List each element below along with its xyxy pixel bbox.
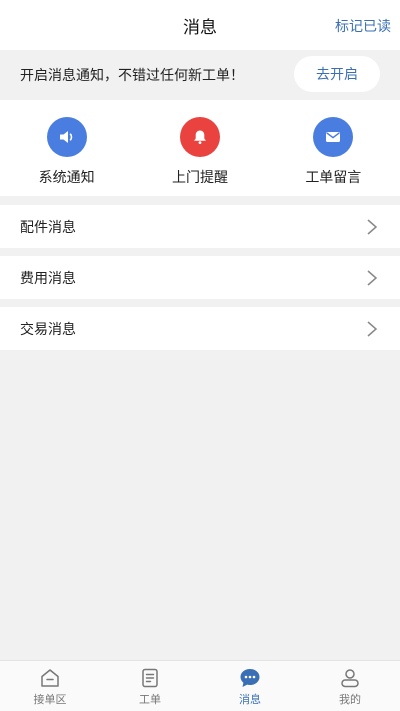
- bell-icon: [179, 117, 220, 157]
- list-item-label: 费用消息: [20, 270, 76, 287]
- house-icon: [41, 669, 59, 687]
- speaker-icon: [46, 117, 87, 157]
- tab-label: 我的: [339, 693, 361, 706]
- quick-action-order-message[interactable]: 工单留言: [267, 100, 400, 196]
- enable-notifications-button[interactable]: 去开启: [294, 56, 380, 92]
- quick-action-label: 工单留言: [305, 170, 362, 186]
- tab-messages[interactable]: 消息: [200, 661, 300, 711]
- chat-bubble-icon: [240, 669, 260, 687]
- quick-action-label: 系统通知: [38, 170, 95, 186]
- chevron-right-icon: [367, 269, 378, 286]
- quick-action-visit-reminder[interactable]: 上门提醒: [133, 100, 266, 196]
- envelope-icon: [313, 117, 354, 157]
- notification-banner-text: 开启消息通知，不错过任何新工单！: [20, 68, 244, 84]
- tab-mine[interactable]: 我的: [300, 661, 400, 711]
- tab-label: 工单: [139, 693, 161, 706]
- tab-label: 消息: [239, 693, 261, 706]
- list-item-fee-messages[interactable]: 费用消息: [0, 256, 400, 299]
- notification-banner: 开启消息通知，不错过任何新工单！ 去开启: [0, 50, 400, 100]
- top-bar: 消息 标记已读: [0, 0, 400, 50]
- document-icon: [142, 668, 158, 688]
- chevron-right-icon: [367, 320, 378, 337]
- person-icon: [341, 669, 359, 688]
- tab-order-pool[interactable]: 接单区: [0, 661, 100, 711]
- bottom-tab-bar: 接单区 工单 消息 我的: [0, 660, 400, 711]
- list-item-transaction-messages[interactable]: 交易消息: [0, 307, 400, 350]
- tab-label: 接单区: [33, 693, 67, 706]
- list-item-label: 配件消息: [20, 219, 76, 236]
- list-item-label: 交易消息: [20, 321, 76, 338]
- list-item-parts-messages[interactable]: 配件消息: [0, 205, 400, 248]
- quick-action-system-notice[interactable]: 系统通知: [0, 100, 133, 196]
- message-category-list: 配件消息 费用消息 交易消息: [0, 205, 400, 358]
- mark-all-read-button[interactable]: 标记已读: [335, 16, 391, 36]
- page-title: 消息: [183, 17, 217, 38]
- tab-work-orders[interactable]: 工单: [100, 661, 200, 711]
- quick-action-label: 上门提醒: [171, 170, 228, 186]
- quick-actions: 系统通知 上门提醒 工单留言: [0, 100, 400, 196]
- chevron-right-icon: [367, 218, 378, 235]
